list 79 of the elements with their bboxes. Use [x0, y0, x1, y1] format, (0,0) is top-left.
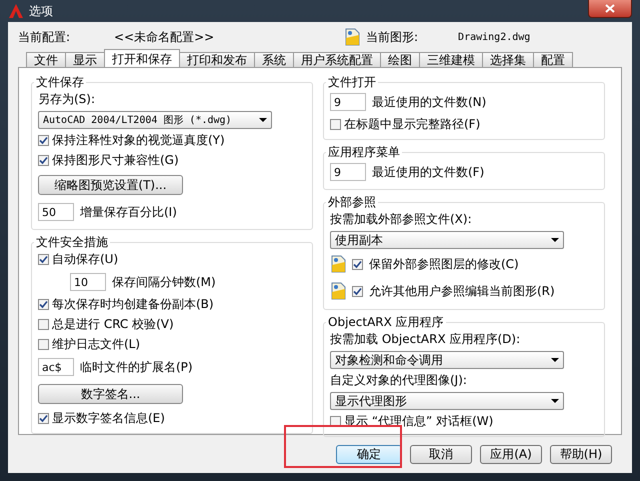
field-label: 保存间隔分钟数(M): [112, 274, 216, 290]
dropdown[interactable]: 使用副本: [330, 231, 564, 249]
dropdown-arrow-icon: [259, 118, 267, 122]
checkbox-label: 保持注释性对象的视觉逼真度(Y): [52, 132, 225, 149]
dialog-button[interactable]: 帮助(H): [550, 445, 612, 464]
checkbox[interactable]: [38, 339, 49, 350]
input-field[interactable]: 50: [38, 203, 74, 221]
checkbox[interactable]: [38, 319, 49, 330]
tab[interactable]: 打印和发布: [179, 52, 255, 67]
dialog-button[interactable]: 取消: [410, 445, 472, 464]
dropdown-arrow-icon: [551, 238, 559, 242]
checkbox-label: 总是进行 CRC 校验(V): [52, 316, 174, 333]
dialog-button[interactable]: 确定: [336, 445, 402, 464]
checkbox-label: 显示数字签名信息(E): [52, 410, 165, 427]
dialog-button[interactable]: 应用(A): [480, 445, 542, 464]
dropdown-value: 对象检测和命令调用: [335, 352, 443, 368]
dropdown[interactable]: 对象检测和命令调用: [330, 351, 564, 369]
dropdown-value: AutoCAD 2004/LT2004 图形 (*.dwg): [43, 114, 232, 127]
checkbox[interactable]: [38, 135, 49, 146]
close-button[interactable]: [588, 0, 632, 18]
checkbox-label: 自动保存(U): [52, 251, 118, 268]
field-label: 最近使用的文件数(F): [372, 164, 484, 180]
tab[interactable]: 选择集: [482, 52, 534, 67]
group-title: ObjectARX 应用程序: [327, 314, 445, 331]
document-icon: [330, 255, 346, 273]
checkbox-label: 每次保存时均创建备份副本(B): [52, 296, 214, 313]
checkbox-label: 保持图形尺寸兼容性(G): [52, 152, 179, 169]
tab[interactable]: 绘图: [380, 52, 420, 67]
checkbox[interactable]: [38, 155, 49, 166]
tab[interactable]: 文件: [26, 52, 66, 67]
checkbox[interactable]: [38, 254, 49, 265]
checkbox[interactable]: [38, 413, 49, 424]
settings-button[interactable]: 数字签名...: [38, 384, 183, 404]
window-title: 选项: [29, 2, 54, 20]
dropdown-value: 使用副本: [335, 232, 383, 248]
dropdown-arrow-icon: [551, 399, 559, 403]
dropdown-value: 显示代理图形: [335, 392, 407, 410]
tab[interactable]: 显示: [65, 52, 105, 67]
checkbox-label: 保留外部参照图层的修改(C): [369, 256, 519, 272]
field-label: 按需加载 ObjectARX 应用程序(D):: [330, 331, 522, 348]
input-field[interactable]: ac$: [38, 358, 74, 376]
group-title: 文件保存: [35, 74, 85, 91]
profile-label: 当前配置:: [18, 28, 72, 46]
group-title: 文件打开: [327, 74, 377, 91]
field-label: 最近使用的文件数(N): [372, 94, 486, 110]
tab[interactable]: 打开和保存: [104, 49, 180, 67]
field-label: 临时文件的扩展名(P): [80, 358, 193, 376]
dropdown[interactable]: 显示代理图形: [330, 392, 564, 410]
drawing-label: 当前图形:: [366, 28, 418, 46]
group-title: 文件安全措施: [35, 234, 109, 251]
tab[interactable]: 系统: [254, 52, 294, 67]
field-label: 自定义对象的代理图像(J):: [330, 372, 468, 389]
dropdown[interactable]: AutoCAD 2004/LT2004 图形 (*.dwg): [38, 111, 272, 129]
dropdown-arrow-icon: [551, 358, 559, 362]
checkbox-label: 在标题中显示完整路径(F): [344, 116, 480, 133]
checkbox[interactable]: [352, 258, 363, 270]
profile-value: <<未命名配置>>: [114, 28, 216, 46]
checkbox-label: 允许其他用户参照编辑当前图形(R): [369, 282, 555, 300]
checkbox-label: 维护日志文件(L): [52, 336, 140, 353]
document-icon: [344, 28, 360, 46]
checkbox[interactable]: [38, 299, 49, 310]
checkbox[interactable]: [352, 286, 363, 296]
tab[interactable]: 配置: [533, 52, 573, 67]
field-label: 另存为(S):: [38, 91, 96, 108]
tab[interactable]: 用户系统配置: [293, 52, 381, 67]
group-title: 外部参照: [327, 194, 377, 211]
close-icon: [605, 4, 615, 13]
tab[interactable]: 三维建模: [419, 52, 483, 67]
input-field[interactable]: 10: [70, 273, 106, 291]
checkbox[interactable]: [330, 119, 341, 130]
settings-button[interactable]: 缩略图预览设置(T)...: [38, 175, 183, 195]
document-icon: [330, 282, 346, 300]
group-title: 应用程序菜单: [327, 144, 401, 161]
field-label: 按需加载外部参照文件(X):: [330, 211, 473, 228]
input-field[interactable]: 9: [330, 93, 366, 111]
input-field[interactable]: 9: [330, 163, 366, 181]
app-logo-icon: [8, 3, 24, 19]
field-label: 增量保存百分比(I): [80, 204, 177, 220]
drawing-value: Drawing2.dwg: [458, 32, 530, 42]
